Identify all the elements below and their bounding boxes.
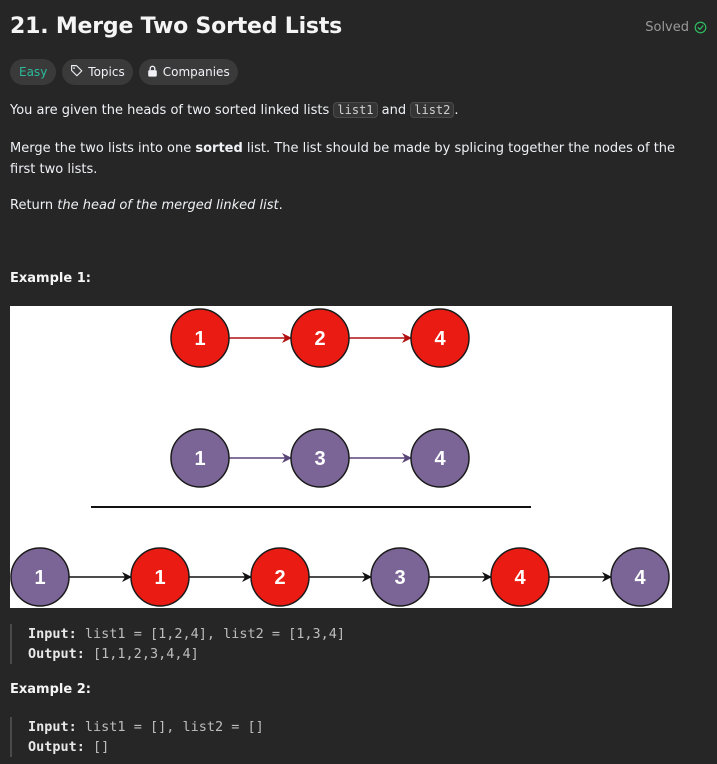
solved-label: Solved — [645, 20, 689, 35]
inline-code-list2: list2 — [410, 102, 455, 118]
merged-node-label-5: 4 — [514, 567, 526, 589]
example-2-input: Input: list1 = [], list2 = [] — [28, 717, 700, 737]
linked-list-diagram: 1 2 4 1 3 4 1 1 2 3 4 4 — [10, 308, 670, 607]
bold-text: sorted — [195, 141, 243, 156]
input-label: Input: — [28, 626, 77, 642]
input-value: list1 = [1,2,4], list2 = [1,3,4] — [84, 626, 346, 642]
topics-button[interactable]: Topics — [62, 59, 133, 85]
text: . — [278, 198, 283, 213]
difficulty-badge[interactable]: Easy — [10, 59, 57, 85]
list1-node-label-2: 2 — [314, 328, 325, 350]
output-label: Output: — [28, 646, 85, 662]
merged-node-label-1: 1 — [34, 567, 45, 589]
solved-status: Solved — [645, 20, 707, 35]
description-paragraph-3: Return the head of the merged linked lis… — [10, 195, 700, 216]
example-2-io: Input: list1 = [], list2 = [] Output: [] — [10, 717, 700, 757]
text: You are given the heads of two sorted li… — [10, 103, 334, 118]
output-value: [] — [93, 739, 110, 755]
inline-code-list1: list1 — [333, 102, 378, 118]
lock-icon — [147, 65, 158, 80]
description-paragraph-1: You are given the heads of two sorted li… — [10, 100, 700, 121]
merged-node-label-6: 4 — [634, 567, 646, 589]
input-value: list1 = [], list2 = [] — [84, 719, 264, 735]
text: . — [454, 103, 459, 118]
example-1-output: Output: [1,1,2,3,4,4] — [28, 644, 700, 664]
italic-text: the head of the merged linked list — [57, 198, 279, 213]
topics-label: Topics — [88, 65, 125, 79]
text: Return — [10, 198, 58, 213]
example-1-diagram: 1 2 4 1 3 4 1 1 2 3 4 4 — [10, 306, 672, 608]
list2-node-label-3: 4 — [434, 448, 446, 470]
list2-node-label-2: 3 — [314, 448, 325, 470]
description-paragraph-2: Merge the two lists into one sorted list… — [10, 138, 700, 180]
merged-node-label-4: 3 — [394, 567, 405, 589]
list2-node-label-1: 1 — [194, 448, 205, 470]
merged-node-label-3: 2 — [274, 567, 285, 589]
problem-title: 21. Merge Two Sorted Lists — [10, 14, 343, 39]
output-label: Output: — [28, 739, 85, 755]
example-1-input: Input: list1 = [1,2,4], list2 = [1,3,4] — [28, 624, 700, 644]
merged-node-label-2: 1 — [154, 567, 165, 589]
example-1-title: Example 1: — [10, 271, 91, 286]
text: Merge the two lists into one — [10, 141, 196, 156]
input-label: Input: — [28, 719, 77, 735]
example-2-title: Example 2: — [10, 682, 91, 697]
companies-label: Companies — [162, 65, 230, 79]
text: and — [377, 103, 411, 118]
check-circle-icon — [694, 21, 707, 34]
example-2-output: Output: [] — [28, 737, 700, 757]
output-value: [1,1,2,3,4,4] — [93, 646, 199, 662]
tag-row: Easy Topics Companies — [10, 59, 238, 85]
companies-button[interactable]: Companies — [138, 59, 238, 85]
list1-node-label-3: 4 — [434, 328, 446, 350]
list1-node-label-1: 1 — [194, 328, 205, 350]
tag-icon — [70, 64, 83, 80]
example-1-io: Input: list1 = [1,2,4], list2 = [1,3,4] … — [10, 624, 700, 664]
